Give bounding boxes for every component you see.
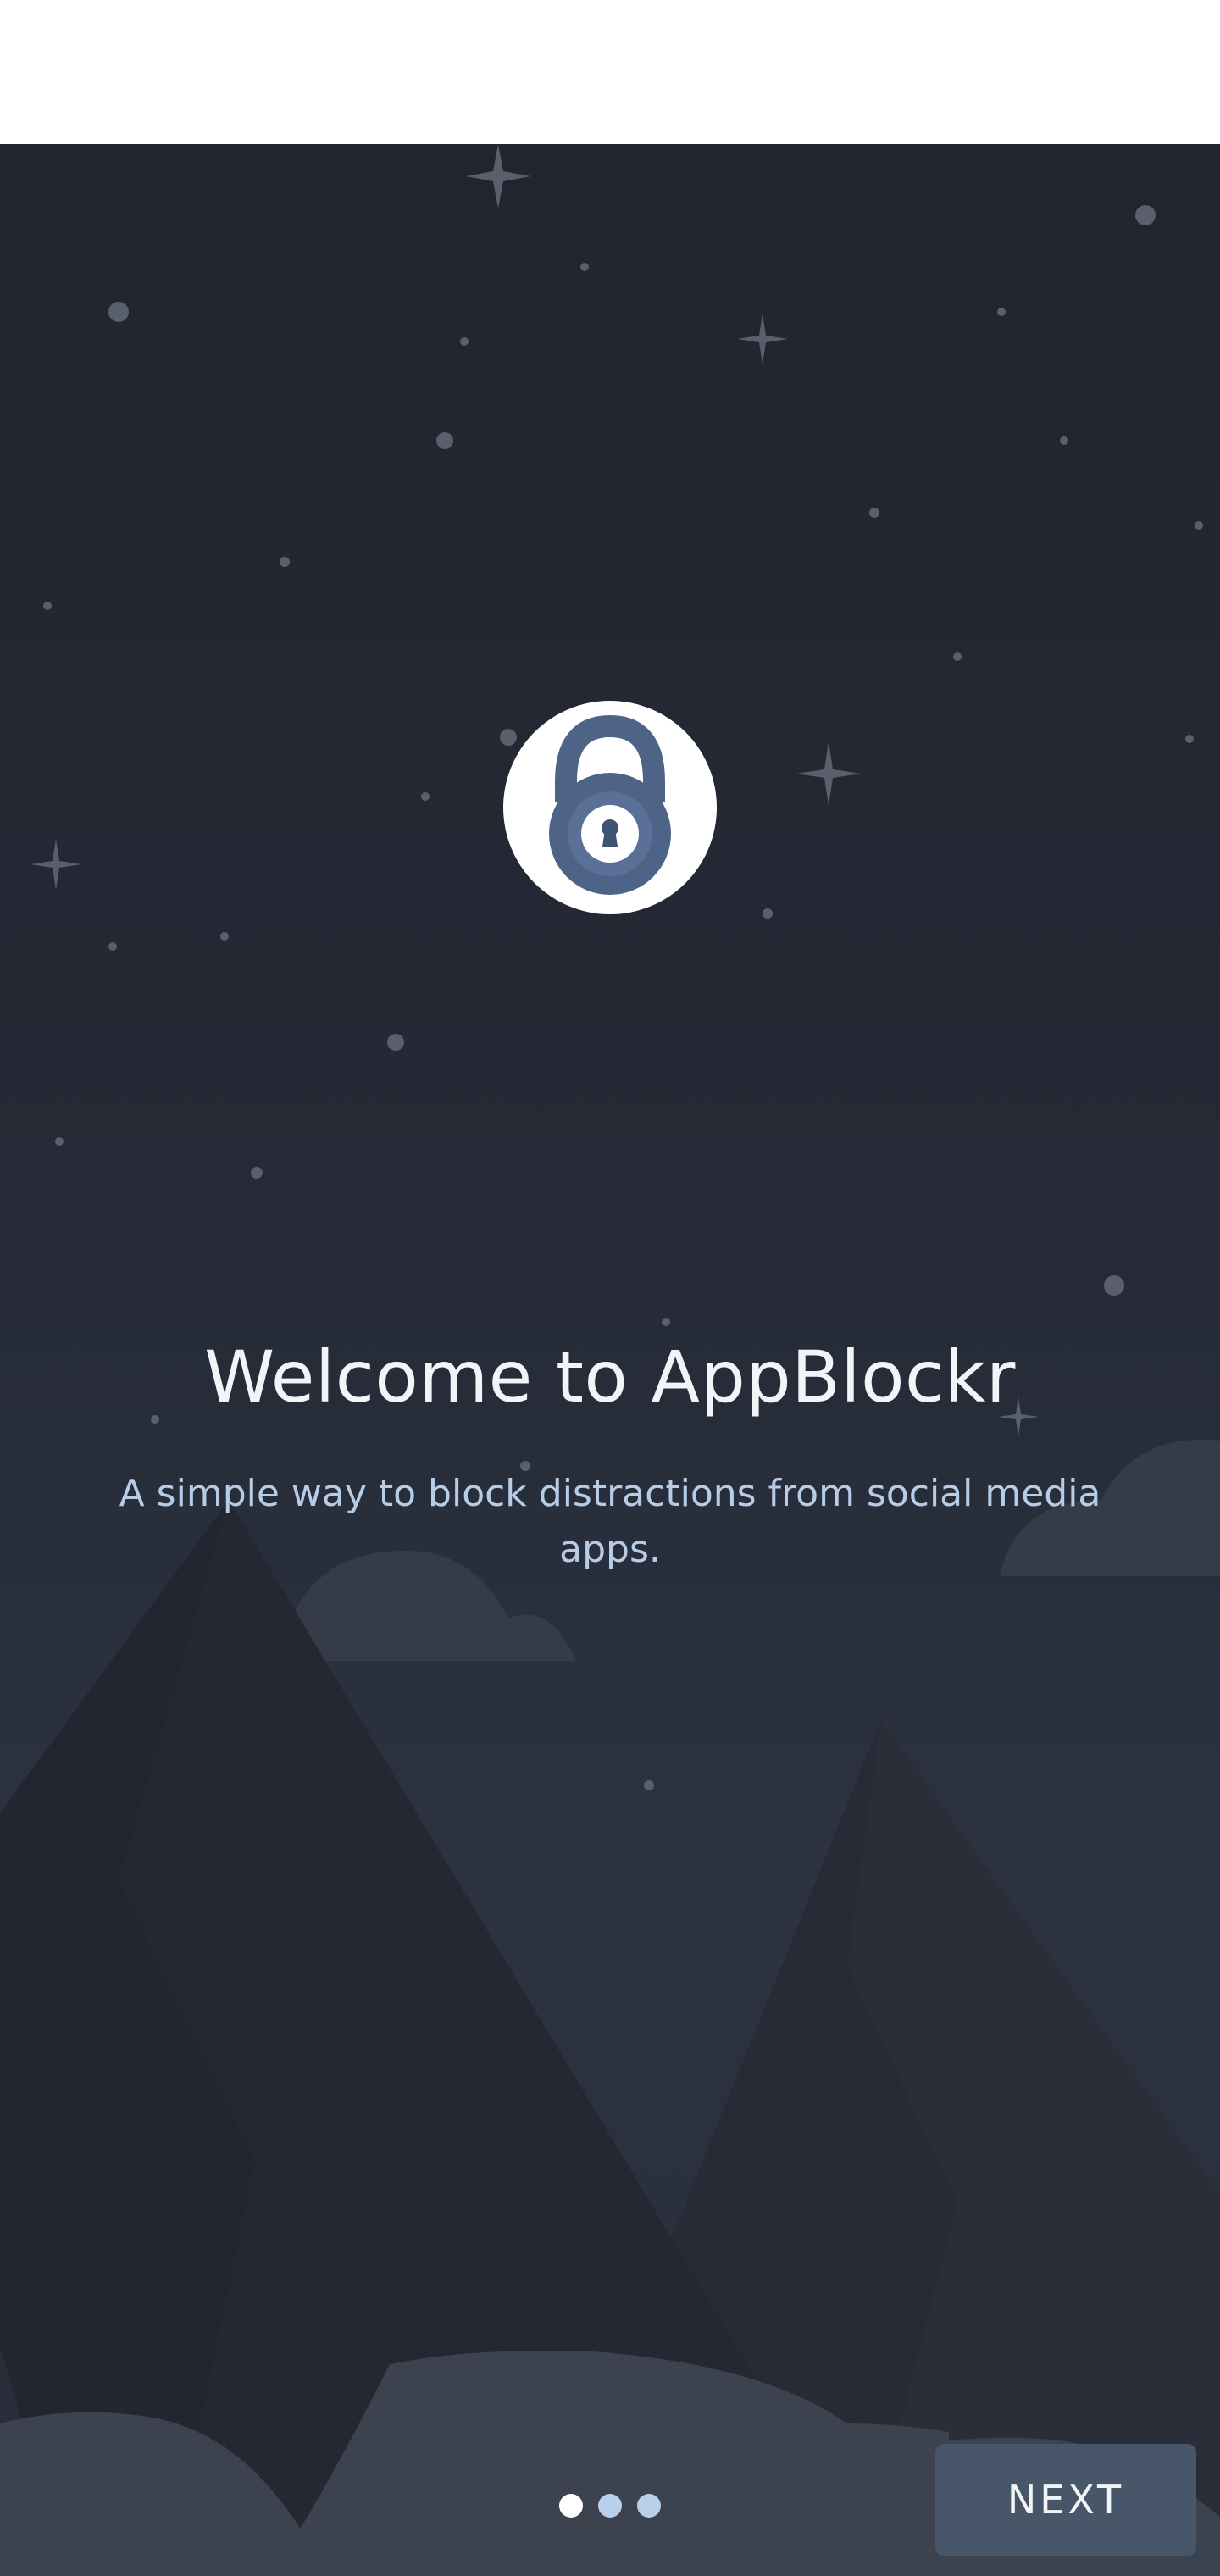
page-indicator [559, 2494, 669, 2521]
status-bar [0, 0, 1220, 144]
padlock-icon [549, 714, 671, 895]
page-dot-3[interactable] [637, 2494, 661, 2518]
page-dot-1[interactable] [559, 2494, 583, 2518]
app-logo [503, 701, 717, 914]
next-button[interactable]: NEXT [935, 2444, 1196, 2556]
welcome-subtitle: A simple way to block distractions from … [119, 1472, 1101, 1571]
onboarding-screen: Welcome to AppBlockr A simple way to blo… [0, 144, 1220, 2576]
page-dot-2[interactable] [598, 2494, 622, 2518]
welcome-title: Welcome to AppBlockr [204, 1335, 1016, 1418]
